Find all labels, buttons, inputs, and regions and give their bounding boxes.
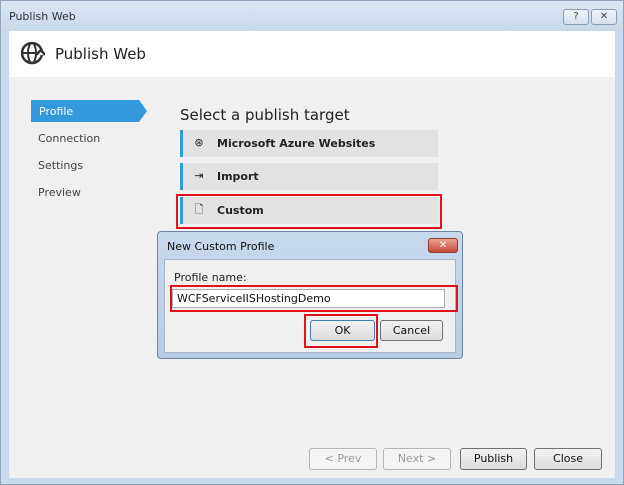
target-label: Microsoft Azure Websites — [217, 137, 376, 150]
highlight-custom — [176, 194, 442, 229]
header: Publish Web — [9, 31, 615, 77]
sidebar-item-profile[interactable]: Profile — [31, 100, 139, 122]
highlight-profile-name — [170, 285, 458, 312]
close-button[interactable]: Close — [534, 448, 602, 470]
profile-name-label: Profile name: — [174, 271, 247, 284]
dialog-close-button[interactable]: ✕ — [428, 238, 458, 253]
sidebar-item-connection[interactable]: Connection — [38, 132, 100, 145]
target-label: Import — [217, 170, 259, 183]
window-title: Publish Web — [9, 10, 76, 23]
section-heading: Select a publish target — [180, 106, 350, 124]
highlight-ok — [304, 314, 378, 348]
azure-icon: ⊛ — [194, 136, 204, 149]
import-icon: ⇥ — [194, 169, 204, 182]
cancel-button[interactable]: Cancel — [380, 320, 443, 341]
publish-button[interactable]: Publish — [460, 448, 527, 470]
sidebar-item-preview[interactable]: Preview — [38, 186, 81, 199]
next-button[interactable]: Next > — [383, 448, 451, 470]
close-window-button[interactable]: ✕ — [591, 9, 617, 25]
target-import[interactable]: ⇥ Import — [180, 163, 438, 190]
sidebar-item-settings[interactable]: Settings — [38, 159, 83, 172]
globe-publish-icon — [21, 41, 45, 65]
title-bar: Publish Web ? ✕ — [1, 1, 623, 31]
prev-button[interactable]: < Prev — [309, 448, 377, 470]
help-button[interactable]: ? — [563, 9, 589, 25]
dialog-title: New Custom Profile — [167, 240, 275, 253]
target-azure[interactable]: ⊛ Microsoft Azure Websites — [180, 130, 438, 157]
selected-arrow — [139, 100, 147, 122]
page-title: Publish Web — [55, 45, 146, 63]
